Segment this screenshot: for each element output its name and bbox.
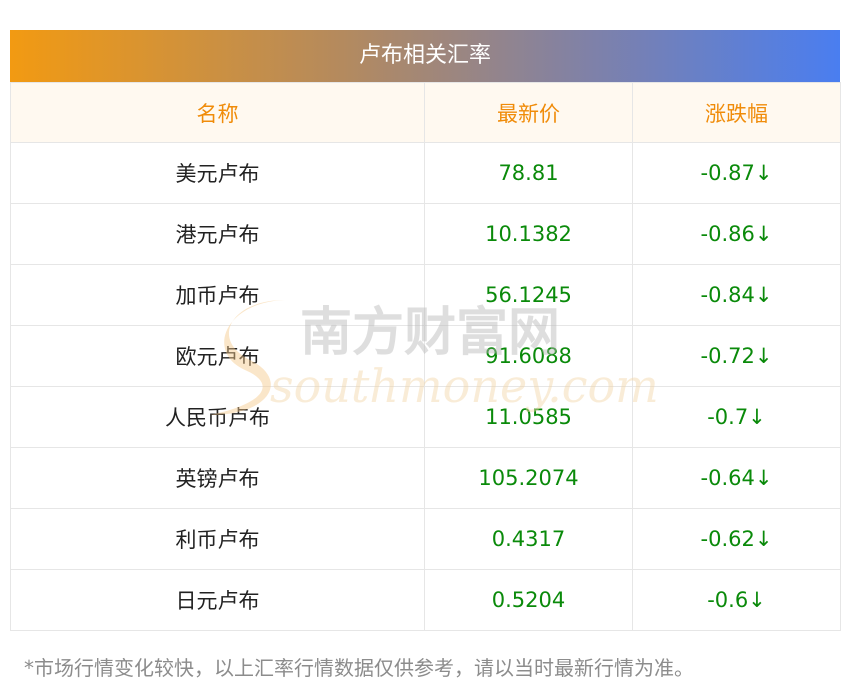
row-name: 日元卢布 [10,569,425,631]
row-name: 欧元卢布 [10,325,425,387]
header-name: 名称 [10,82,425,143]
table-row: 欧元卢布 91.6088 -0.72↓ [10,325,841,387]
rates-panel: 卢布相关汇率 名称 最新价 涨跌幅 美元卢布 78.81 -0.87↓ 港元卢布… [10,30,841,631]
row-name: 美元卢布 [10,142,425,204]
row-price: 0.4317 [424,508,633,570]
row-price: 11.0585 [424,386,633,448]
rates-table: 名称 最新价 涨跌幅 美元卢布 78.81 -0.87↓ 港元卢布 10.138… [10,82,841,631]
table-row: 英镑卢布 105.2074 -0.64↓ [10,447,841,509]
row-change: -0.7↓ [632,386,841,448]
row-change: -0.6↓ [632,569,841,631]
panel-title: 卢布相关汇率 [10,30,840,82]
row-name: 利币卢布 [10,508,425,570]
row-price: 78.81 [424,142,633,204]
table-row: 利币卢布 0.4317 -0.62↓ [10,508,841,570]
row-change: -0.86↓ [632,203,841,265]
row-change: -0.72↓ [632,325,841,387]
row-name: 人民币卢布 [10,386,425,448]
table-row: 人民币卢布 11.0585 -0.7↓ [10,386,841,448]
disclaimer-note: *市场行情变化较快，以上汇率行情数据仅供参考，请以当时最新行情为准。 [24,656,694,680]
table-row: 港元卢布 10.1382 -0.86↓ [10,203,841,265]
row-change: -0.87↓ [632,142,841,204]
row-change: -0.64↓ [632,447,841,509]
row-price: 91.6088 [424,325,633,387]
row-name: 港元卢布 [10,203,425,265]
row-name: 加币卢布 [10,264,425,326]
table-row: 美元卢布 78.81 -0.87↓ [10,142,841,204]
row-change: -0.62↓ [632,508,841,570]
row-change: -0.84↓ [632,264,841,326]
row-price: 105.2074 [424,447,633,509]
header-price: 最新价 [424,82,633,143]
row-price: 0.5204 [424,569,633,631]
header-change: 涨跌幅 [632,82,841,143]
row-name: 英镑卢布 [10,447,425,509]
table-header-row: 名称 最新价 涨跌幅 [10,82,841,143]
row-price: 56.1245 [424,264,633,326]
table-row: 加币卢布 56.1245 -0.84↓ [10,264,841,326]
table-row: 日元卢布 0.5204 -0.6↓ [10,569,841,631]
row-price: 10.1382 [424,203,633,265]
